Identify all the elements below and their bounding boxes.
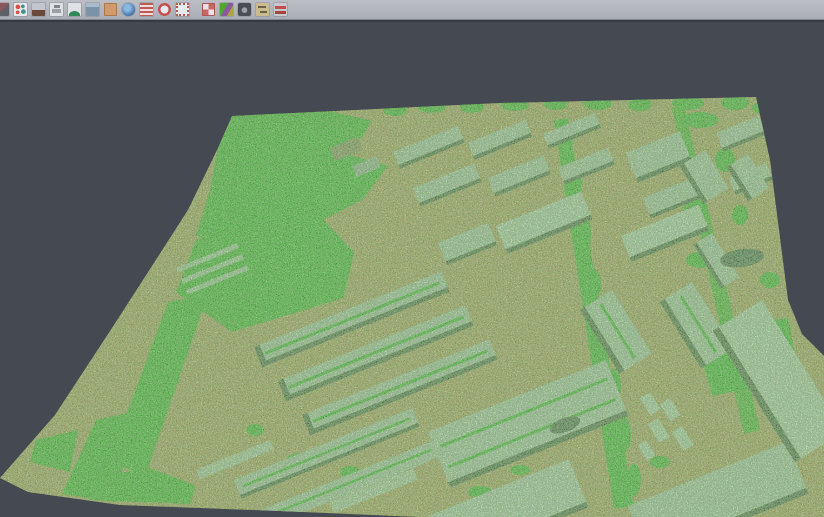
project-icon[interactable]	[0, 3, 9, 16]
toolbar	[0, 0, 824, 20]
terrain-icon[interactable]	[68, 3, 81, 16]
grid-selection-icon[interactable]	[202, 3, 215, 16]
profile-view-icon[interactable]	[50, 3, 63, 16]
camera-icon[interactable]	[238, 3, 251, 16]
orthoimage-icon[interactable]	[104, 3, 117, 16]
cross-section-icon[interactable]	[274, 3, 287, 16]
globe-icon[interactable]	[122, 3, 135, 16]
measurement-icon[interactable]	[256, 3, 269, 16]
zoom-extents-icon[interactable]	[176, 3, 189, 16]
panel-icon[interactable]	[86, 3, 99, 16]
attribute-list-icon[interactable]	[140, 3, 153, 16]
viewport-3d[interactable]	[0, 23, 824, 517]
circle-selection-icon[interactable]	[158, 3, 171, 16]
tin-surface-icon[interactable]	[32, 3, 45, 16]
classification-map-icon[interactable]	[220, 3, 233, 16]
classify-points-icon[interactable]	[14, 3, 27, 16]
app-window	[0, 0, 824, 517]
point-cloud-scene	[0, 23, 824, 517]
